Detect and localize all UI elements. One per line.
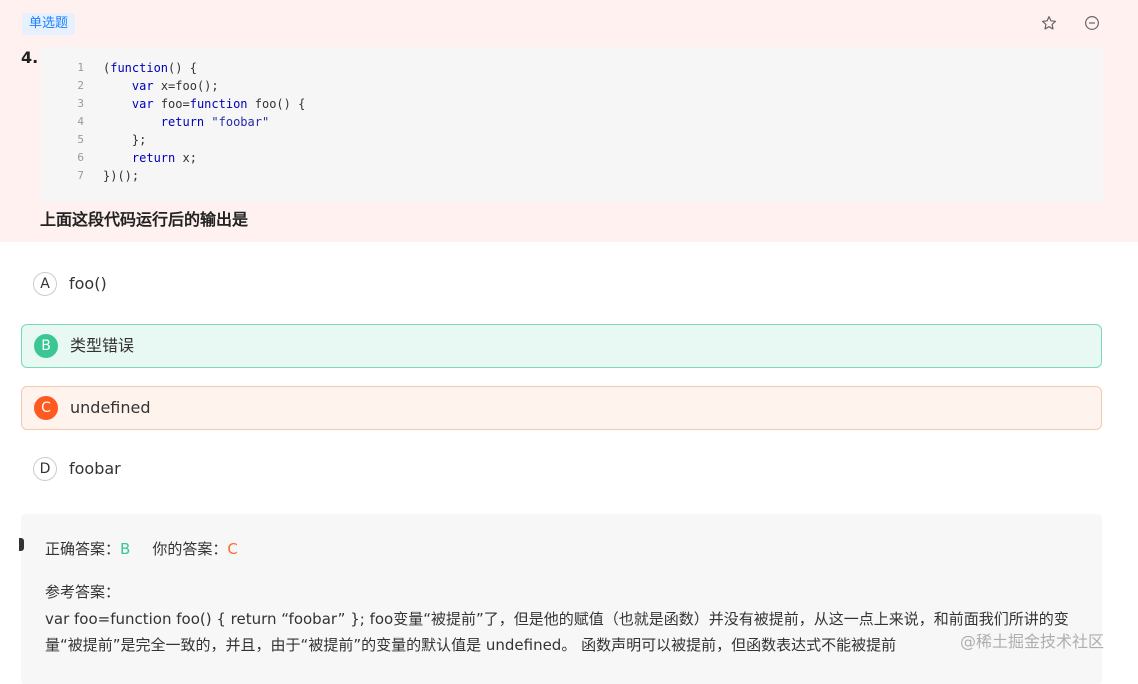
- line-number: 2: [77, 79, 84, 92]
- code-text: })();: [103, 167, 139, 185]
- remove-minus-circle-icon[interactable]: [1081, 12, 1103, 34]
- panel-toggle-handle[interactable]: [19, 538, 24, 551]
- code-token: return: [160, 115, 205, 129]
- code-token: };: [103, 133, 147, 147]
- code-token: var: [131, 79, 154, 93]
- question-header: 单选题 4. 1 (function() { 2 var x=foo(); 3 var…: [0, 0, 1138, 242]
- correct-answer-label: 正确答案：: [45, 540, 121, 558]
- option-letter-badge: A: [33, 272, 57, 296]
- code-token: foo=: [153, 97, 190, 111]
- favorite-star-icon[interactable]: [1038, 12, 1060, 34]
- code-text: };: [103, 131, 146, 149]
- option-letter-badge: B: [34, 334, 58, 358]
- your-answer-value: C: [227, 540, 238, 558]
- line-number: 7: [77, 169, 84, 182]
- answer-summary: 正确答案：B 你的答案：C: [45, 538, 238, 559]
- code-text: (function() {: [103, 59, 197, 77]
- code-text: return "foobar": [103, 113, 269, 131]
- your-answer-label: 你的答案：: [152, 540, 228, 558]
- option-letter-badge: C: [34, 396, 58, 420]
- code-token: "foobar": [211, 115, 270, 129]
- question-prompt: 上面这段代码运行后的输出是: [40, 210, 249, 229]
- option-d[interactable]: Dfoobar: [21, 448, 1102, 492]
- code-token: })();: [103, 169, 140, 183]
- code-token: return: [131, 151, 176, 165]
- code-token: () {: [168, 61, 197, 75]
- correct-answer-value: B: [120, 540, 131, 558]
- code-text: var x=foo();: [103, 77, 219, 95]
- reference-answer-text: var foo=function foo() { return “foobar”…: [45, 610, 1069, 654]
- code-block: 1 (function() {2 var x=foo(); 3 var foo=fu…: [40, 47, 1103, 202]
- line-number: 5: [77, 133, 84, 146]
- code-text: var foo=function foo() {: [103, 95, 305, 113]
- code-token: x;: [175, 151, 197, 165]
- code-token: x=foo();: [153, 79, 219, 93]
- option-text: foo(): [69, 274, 107, 293]
- line-number: 1: [77, 61, 84, 74]
- code-token: foo() {: [247, 97, 306, 111]
- option-text: undefined: [70, 398, 151, 417]
- option-letter-badge: D: [33, 457, 57, 481]
- site-watermark: @稀土掘金技术社区: [960, 632, 1105, 651]
- question-type-tag: 单选题: [22, 13, 76, 35]
- code-token: function: [189, 97, 248, 111]
- option-c[interactable]: Cundefined: [21, 386, 1102, 430]
- code-text: return x;: [103, 149, 197, 167]
- line-number: 6: [77, 151, 84, 164]
- option-a[interactable]: Afoo(): [21, 263, 1102, 307]
- line-number: 4: [77, 115, 84, 128]
- option-text: foobar: [69, 459, 121, 478]
- reference-answer-label: 参考答案：: [45, 583, 121, 601]
- line-number: 3: [77, 97, 84, 110]
- question-number: 4.: [21, 48, 39, 67]
- option-text: 类型错误: [70, 336, 135, 355]
- code-token: function: [110, 61, 169, 75]
- option-b[interactable]: B 类型错误: [21, 324, 1102, 368]
- answer-analysis-panel: 正确答案：B 你的答案：C 参考答案： var foo=function foo(…: [19, 514, 1102, 684]
- code-token: var: [131, 97, 154, 111]
